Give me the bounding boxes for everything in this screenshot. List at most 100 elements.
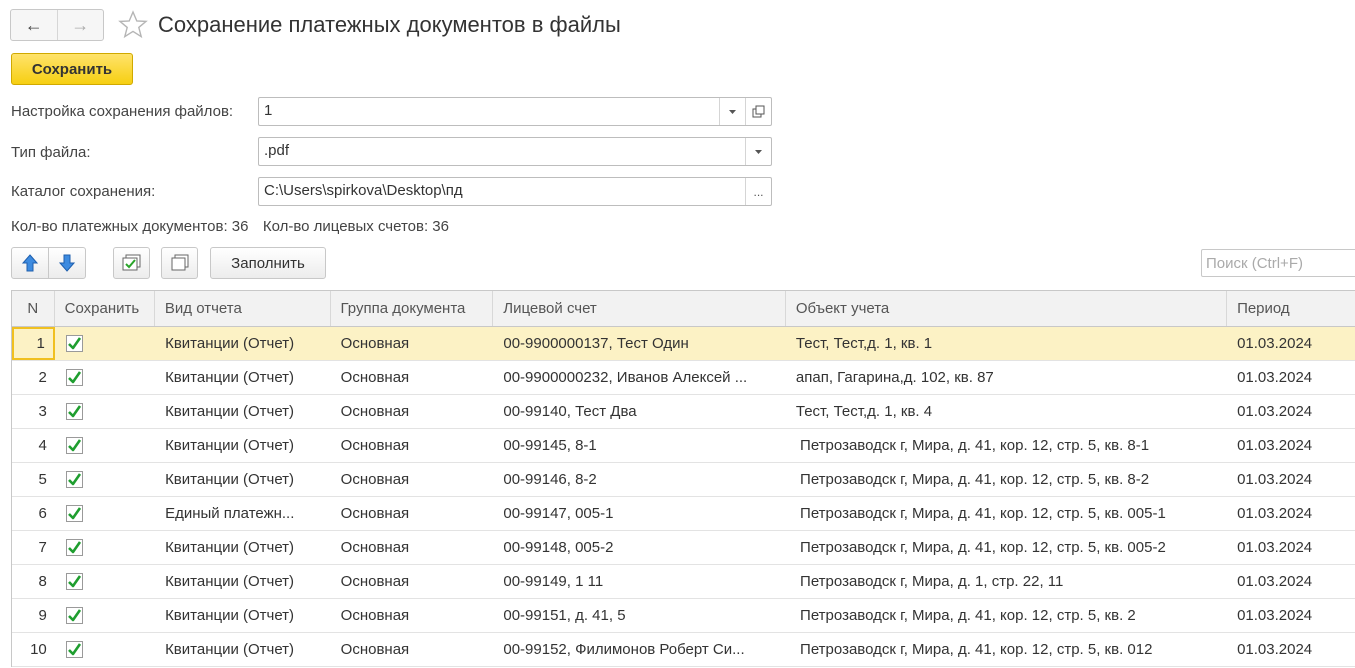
object-cell[interactable]: Петрозаводск г, Мира, д. 1, стр. 22, 11 [786, 565, 1227, 598]
period-cell[interactable]: 01.03.2024 [1227, 497, 1355, 530]
account-cell[interactable]: 00-99147, 005-1 [493, 497, 786, 530]
move-up-button[interactable] [11, 247, 49, 279]
report-type-cell[interactable]: Квитанции (Отчет) [155, 565, 331, 598]
catalog-value[interactable]: C:\Users\spirkova\Desktop\пд [259, 178, 745, 205]
save-checkbox[interactable] [65, 403, 83, 420]
save-checkbox[interactable] [65, 437, 83, 454]
table-row[interactable]: 7 Квитанции (Отчет) Основная 00-99148, 005-… [12, 531, 1355, 565]
table-row[interactable]: 3 Квитанции (Отчет) Основная 00-99140, Тест… [12, 395, 1355, 429]
report-type-cell[interactable]: Квитанции (Отчет) [155, 599, 331, 632]
column-header-object[interactable]: Объект учета [786, 291, 1228, 326]
save-checkbox[interactable] [65, 471, 83, 488]
object-cell[interactable]: апап, Гагарина,д. 102, кв. 87 [786, 361, 1227, 394]
save-checkbox-cell[interactable] [55, 361, 155, 394]
fill-button[interactable]: Заполнить [210, 247, 326, 279]
move-down-button[interactable] [48, 247, 86, 279]
doc-group-cell[interactable]: Основная [331, 361, 494, 394]
search-input[interactable]: Поиск (Ctrl+F) [1201, 249, 1355, 277]
file-type-field[interactable]: .pdf [258, 137, 772, 166]
save-checkbox-cell[interactable] [55, 599, 155, 632]
account-cell[interactable]: 00-9900000137, Тест Один [493, 327, 786, 360]
report-type-cell[interactable]: Квитанции (Отчет) [155, 429, 331, 462]
table-row[interactable]: 1 Квитанции (Отчет) Основная 00-9900000137,… [12, 327, 1355, 361]
doc-group-cell[interactable]: Основная [331, 327, 494, 360]
table-row[interactable]: 5 Квитанции (Отчет) Основная 00-99146, 8-2 … [12, 463, 1355, 497]
doc-group-cell[interactable]: Основная [331, 531, 494, 564]
account-cell[interactable]: 00-99145, 8-1 [493, 429, 786, 462]
report-type-cell[interactable]: Квитанции (Отчет) [155, 531, 331, 564]
period-cell[interactable]: 01.03.2024 [1227, 361, 1355, 394]
open-button[interactable] [745, 98, 771, 125]
table-row[interactable]: 8 Квитанции (Отчет) Основная 00-99149, 1 11… [12, 565, 1355, 599]
table-row[interactable]: 6 Единый платежн... Основная 00-99147, 005-… [12, 497, 1355, 531]
save-checkbox[interactable] [65, 505, 83, 522]
period-cell[interactable]: 01.03.2024 [1227, 599, 1355, 632]
column-header-account[interactable]: Лицевой счет [493, 291, 786, 326]
period-cell[interactable]: 01.03.2024 [1227, 429, 1355, 462]
report-type-cell[interactable]: Квитанции (Отчет) [155, 463, 331, 496]
object-cell[interactable]: Тест, Тест,д. 1, кв. 4 [786, 395, 1227, 428]
save-checkbox-cell[interactable] [55, 429, 155, 462]
period-cell[interactable]: 01.03.2024 [1227, 395, 1355, 428]
account-cell[interactable]: 00-99140, Тест Два [493, 395, 786, 428]
save-checkbox-cell[interactable] [55, 565, 155, 598]
column-header-n[interactable]: N [12, 291, 55, 326]
save-checkbox[interactable] [65, 369, 83, 386]
settings-field[interactable]: 1 [258, 97, 772, 126]
period-cell[interactable]: 01.03.2024 [1227, 463, 1355, 496]
save-checkbox-cell[interactable] [55, 497, 155, 530]
object-cell[interactable]: Петрозаводск г, Мира, д. 41, кор. 12, ст… [786, 633, 1227, 666]
favorite-star-icon[interactable] [117, 9, 149, 41]
save-checkbox[interactable] [65, 539, 83, 556]
object-cell[interactable]: Петрозаводск г, Мира, д. 41, кор. 12, ст… [786, 599, 1227, 632]
doc-group-cell[interactable]: Основная [331, 565, 494, 598]
save-button[interactable]: Сохранить [11, 53, 133, 85]
object-cell[interactable]: Петрозаводск г, Мира, д. 41, кор. 12, ст… [786, 463, 1227, 496]
column-header-report-type[interactable]: Вид отчета [155, 291, 331, 326]
table-row[interactable]: 2 Квитанции (Отчет) Основная 00-9900000232,… [12, 361, 1355, 395]
doc-group-cell[interactable]: Основная [331, 429, 494, 462]
column-header-save[interactable]: Сохранить [55, 291, 155, 326]
period-cell[interactable]: 01.03.2024 [1227, 633, 1355, 666]
check-all-button[interactable] [113, 247, 150, 279]
period-cell[interactable]: 01.03.2024 [1227, 327, 1355, 360]
report-type-cell[interactable]: Квитанции (Отчет) [155, 361, 331, 394]
save-checkbox-cell[interactable] [55, 463, 155, 496]
object-cell[interactable]: Тест, Тест,д. 1, кв. 1 [786, 327, 1227, 360]
doc-group-cell[interactable]: Основная [331, 463, 494, 496]
settings-value[interactable]: 1 [259, 98, 719, 125]
object-cell[interactable]: Петрозаводск г, Мира, д. 41, кор. 12, ст… [786, 497, 1227, 530]
save-checkbox[interactable] [65, 641, 83, 658]
doc-group-cell[interactable]: Основная [331, 633, 494, 666]
account-cell[interactable]: 00-99149, 1 11 [493, 565, 786, 598]
table-row[interactable]: 4 Квитанции (Отчет) Основная 00-99145, 8-1 … [12, 429, 1355, 463]
account-cell[interactable]: 00-9900000232, Иванов Алексей ... [493, 361, 786, 394]
browse-button[interactable]: ... [745, 178, 771, 205]
period-cell[interactable]: 01.03.2024 [1227, 531, 1355, 564]
report-type-cell[interactable]: Квитанции (Отчет) [155, 327, 331, 360]
save-checkbox-cell[interactable] [55, 633, 155, 666]
file-type-value[interactable]: .pdf [259, 138, 745, 165]
account-cell[interactable]: 00-99148, 005-2 [493, 531, 786, 564]
account-cell[interactable]: 00-99152, Филимонов Роберт Си... [493, 633, 786, 666]
doc-group-cell[interactable]: Основная [331, 395, 494, 428]
dropdown-button[interactable] [745, 138, 771, 165]
account-cell[interactable]: 00-99151, д. 41, 5 [493, 599, 786, 632]
column-header-period[interactable]: Период [1227, 291, 1355, 326]
back-button[interactable]: ← [11, 10, 57, 40]
save-checkbox[interactable] [65, 335, 83, 352]
forward-button[interactable]: → [56, 10, 104, 40]
doc-group-cell[interactable]: Основная [331, 599, 494, 632]
uncheck-all-button[interactable] [161, 247, 198, 279]
report-type-cell[interactable]: Квитанции (Отчет) [155, 633, 331, 666]
report-type-cell[interactable]: Единый платежн... [155, 497, 331, 530]
save-checkbox[interactable] [65, 573, 83, 590]
table-row[interactable]: 9 Квитанции (Отчет) Основная 00-99151, д. 4… [12, 599, 1355, 633]
table-row[interactable]: 10 Квитанции (Отчет) Основная 00-99152, Фил… [12, 633, 1355, 667]
save-checkbox-cell[interactable] [55, 327, 155, 360]
catalog-field[interactable]: C:\Users\spirkova\Desktop\пд ... [258, 177, 772, 206]
report-type-cell[interactable]: Квитанции (Отчет) [155, 395, 331, 428]
save-checkbox-cell[interactable] [55, 395, 155, 428]
doc-group-cell[interactable]: Основная [331, 497, 494, 530]
account-cell[interactable]: 00-99146, 8-2 [493, 463, 786, 496]
